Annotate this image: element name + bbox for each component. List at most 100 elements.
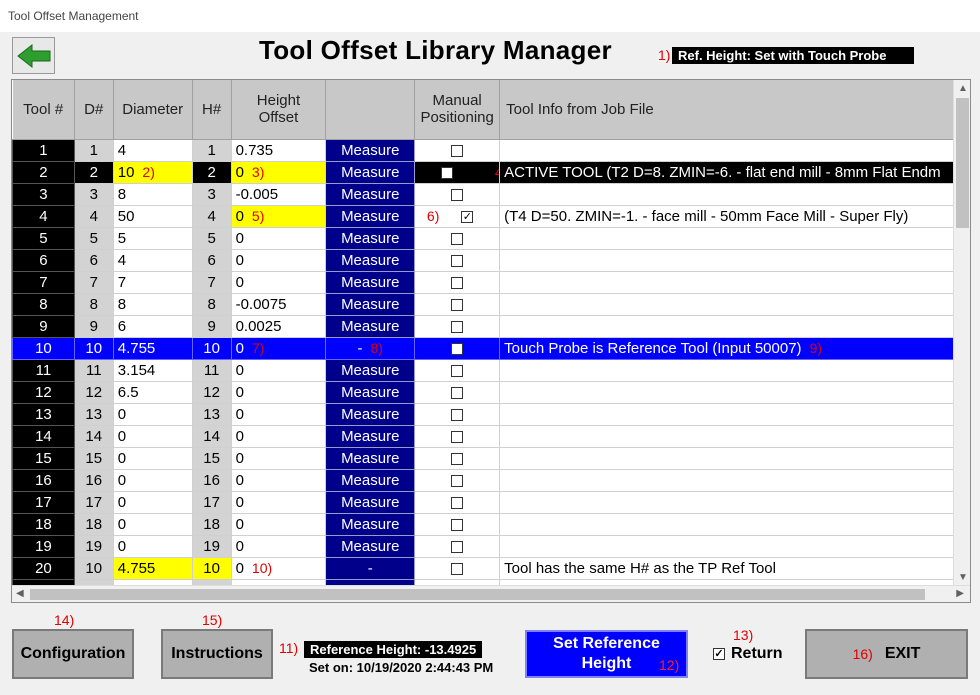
cell-d-number[interactable]: 13 — [73, 402, 114, 426]
measure-button[interactable]: Measure — [325, 512, 416, 536]
measure-button[interactable]: Measure — [325, 182, 416, 206]
cell-height-offset[interactable]: 0 — [230, 446, 327, 470]
cell-d-number[interactable]: 5 — [73, 226, 114, 250]
cell-h-number[interactable]: 6 — [191, 248, 232, 272]
cell-d-number[interactable]: 14 — [73, 424, 114, 448]
cell-height-offset[interactable]: -0.005 — [230, 182, 327, 206]
cell-diameter[interactable]: 0 — [112, 424, 193, 448]
cell-height-offset[interactable]: 0 — [230, 402, 327, 426]
cell-diameter[interactable]: 4.755 — [112, 556, 193, 580]
vertical-scrollbar[interactable]: ▲ ▼ — [953, 80, 970, 586]
cell-tool-number[interactable]: 10 — [12, 336, 75, 360]
table-row[interactable]: 5 5 5 5 0 Measure — [12, 226, 970, 250]
cell-tool-info[interactable] — [499, 380, 970, 404]
table-row[interactable]: 19 19 0 19 0 Measure — [12, 534, 970, 558]
measure-button[interactable]: Measure — [325, 424, 416, 448]
measure-button[interactable]: Measure — [325, 292, 416, 316]
table-row[interactable]: 13 13 0 13 0 Measure — [12, 402, 970, 426]
cell-d-number[interactable]: 6 — [73, 248, 114, 272]
cell-manual-positioning[interactable] — [414, 446, 501, 470]
cell-manual-positioning[interactable] — [414, 292, 501, 316]
cell-tool-number[interactable]: 2 — [12, 160, 75, 184]
table-row[interactable]: 8 8 8 8 -0.0075 Measure — [12, 292, 970, 316]
cell-d-number[interactable]: 17 — [73, 490, 114, 514]
manual-positioning-checkbox[interactable] — [451, 540, 464, 553]
cell-diameter[interactable]: 6 — [112, 314, 193, 338]
table-row[interactable]: 9 9 6 9 0.0025 Measure — [12, 314, 970, 338]
cell-tool-number[interactable]: 20 — [12, 556, 75, 580]
measure-button[interactable]: Measure — [325, 226, 416, 250]
cell-d-number[interactable]: 15 — [73, 446, 114, 470]
cell-h-number[interactable]: 7 — [191, 270, 232, 294]
cell-h-number[interactable]: 10 — [191, 556, 232, 580]
table-row[interactable]: 20 10 4.755 10 0 10) - Tool has the same H# as … — [12, 556, 970, 580]
scroll-down-icon[interactable]: ▼ — [958, 572, 968, 583]
cell-diameter[interactable]: 0 — [112, 446, 193, 470]
cell-d-number[interactable]: 8 — [73, 292, 114, 316]
cell-tool-info[interactable] — [499, 314, 970, 338]
cell-d-number[interactable]: 7 — [73, 270, 114, 294]
col-header-tool[interactable]: Tool # — [12, 80, 75, 140]
col-header-height-offset[interactable]: Height Offset — [231, 80, 327, 140]
cell-tool-number[interactable]: 17 — [12, 490, 75, 514]
set-reference-height-button[interactable]: Set Reference Height 12) — [525, 630, 688, 678]
manual-positioning-checkbox[interactable] — [451, 320, 464, 333]
cell-h-number[interactable]: 14 — [191, 424, 232, 448]
measure-button[interactable]: Measure — [325, 138, 416, 162]
cell-height-offset[interactable]: 0 7) — [230, 336, 327, 360]
cell-d-number[interactable]: 9 — [73, 314, 114, 338]
cell-manual-positioning[interactable] — [414, 468, 501, 492]
cell-h-number[interactable]: 13 — [191, 402, 232, 426]
manual-positioning-checkbox[interactable] — [451, 342, 464, 355]
configuration-button[interactable]: Configuration — [12, 629, 134, 679]
cell-tool-number[interactable]: 14 — [12, 424, 75, 448]
cell-tool-info[interactable] — [499, 512, 970, 536]
measure-button[interactable]: Measure — [325, 248, 416, 272]
col-header-d[interactable]: D# — [74, 80, 114, 140]
cell-d-number[interactable]: 4 — [73, 204, 114, 228]
cell-manual-positioning[interactable] — [414, 270, 501, 294]
manual-positioning-checkbox[interactable] — [451, 232, 464, 245]
cell-tool-info[interactable]: (T4 D=50. ZMIN=-1. - face mill - 50mm Fa… — [499, 204, 970, 228]
cell-height-offset[interactable]: 0 — [230, 270, 327, 294]
manual-positioning-checkbox[interactable] — [451, 518, 464, 531]
cell-d-number[interactable]: 1 — [73, 138, 114, 162]
cell-manual-positioning[interactable] — [414, 336, 501, 360]
cell-tool-info[interactable] — [499, 446, 970, 470]
table-row[interactable]: 4 4 50 4 0 5) Measure 6) ✓ (T4 D=50. ZMIN=-1. - … — [12, 204, 970, 228]
cell-height-offset[interactable]: 0 — [230, 534, 327, 558]
manual-positioning-checkbox[interactable] — [440, 166, 453, 179]
manual-positioning-checkbox[interactable] — [451, 562, 464, 575]
cell-tool-info[interactable] — [499, 292, 970, 316]
cell-h-number[interactable]: 3 — [191, 182, 232, 206]
table-row[interactable]: 14 14 0 14 0 Measure — [12, 424, 970, 448]
cell-tool-info[interactable]: Tool has the same H# as the TP Ref Tool — [499, 556, 970, 580]
cell-tool-number[interactable]: 4 — [12, 204, 75, 228]
cell-d-number[interactable]: 3 — [73, 182, 114, 206]
cell-manual-positioning[interactable] — [414, 314, 501, 338]
cell-h-number[interactable]: 17 — [191, 490, 232, 514]
cell-height-offset[interactable]: 0 — [230, 512, 327, 536]
manual-positioning-checkbox[interactable] — [451, 188, 464, 201]
manual-positioning-checkbox[interactable]: ✓ — [461, 210, 474, 223]
scroll-right-icon[interactable]: ▶ — [956, 588, 964, 599]
cell-tool-info[interactable]: Touch Probe is Reference Tool (Input 500… — [499, 336, 970, 360]
cell-tool-info[interactable]: ACTIVE TOOL (T2 D=8. ZMIN=-6. - flat end… — [499, 160, 970, 184]
cell-manual-positioning[interactable] — [414, 424, 501, 448]
cell-d-number[interactable]: 10 — [73, 556, 114, 580]
manual-positioning-checkbox[interactable] — [451, 496, 464, 509]
manual-positioning-checkbox[interactable] — [451, 430, 464, 443]
instructions-button[interactable]: Instructions — [161, 629, 273, 679]
cell-d-number[interactable]: 11 — [73, 358, 114, 382]
cell-d-number[interactable]: 10 — [73, 336, 114, 360]
cell-diameter[interactable]: 4 — [112, 248, 193, 272]
manual-positioning-checkbox[interactable] — [451, 474, 464, 487]
cell-height-offset[interactable]: 0 — [230, 358, 327, 382]
cell-h-number[interactable]: 10 — [191, 336, 232, 360]
cell-h-number[interactable]: 2 — [191, 160, 232, 184]
cell-h-number[interactable]: 5 — [191, 226, 232, 250]
cell-height-offset[interactable]: 0 — [230, 380, 327, 404]
manual-positioning-checkbox[interactable] — [451, 408, 464, 421]
measure-button[interactable]: - — [325, 556, 416, 580]
cell-manual-positioning[interactable] — [414, 138, 501, 162]
